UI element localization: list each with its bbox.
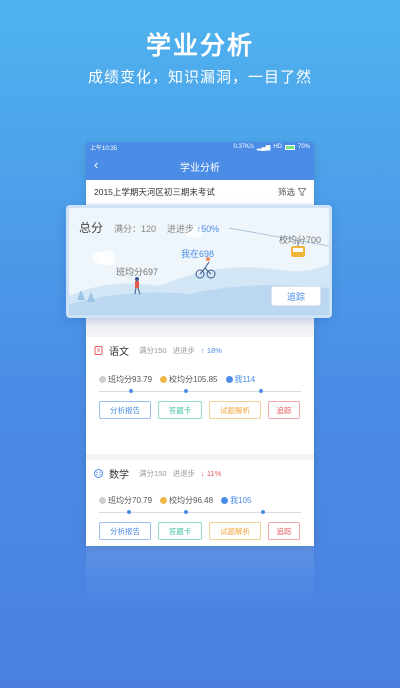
progress-label: 进进步 — [172, 345, 196, 355]
exam-selector[interactable]: 2015上学期天河区初三期末考试 筛选 — [86, 180, 314, 204]
exam-name: 2015上学期天河区初三期末考试 — [94, 187, 215, 197]
track-button[interactable]: 追踪 — [268, 522, 300, 540]
progress-value: ↑ 18% — [201, 345, 222, 355]
network-type: HD — [273, 144, 282, 150]
class-avg: 班均分93.79 — [108, 374, 153, 384]
school-avg-marker — [184, 389, 188, 393]
answer-card-button[interactable]: 答题卡 — [158, 401, 202, 419]
battery-icon — [284, 144, 295, 150]
filter-button[interactable]: 筛选 — [278, 186, 306, 198]
class-avg-marker — [127, 510, 131, 514]
score-track — [99, 508, 301, 518]
analysis-report-button[interactable]: 分析报告 — [99, 401, 151, 419]
my-score-marker — [259, 389, 263, 393]
status-time: 上午10:35 — [90, 145, 118, 152]
my-score-icon — [221, 496, 229, 504]
promo-title: 学业分析 — [145, 32, 254, 60]
full-score: 满分：120 — [114, 224, 157, 234]
school-avg: 校均分96.48 — [169, 495, 214, 505]
book-icon — [94, 345, 103, 355]
subject-card: 语文 满分150 进进步 ↑ 18% 班均分93.79 校均分105.85 我1… — [86, 337, 314, 454]
class-avg: 班均分70.79 — [108, 495, 153, 505]
school-avg-icon — [160, 375, 168, 383]
my-score-icon — [225, 375, 233, 383]
class-average: 班均分697 — [116, 267, 159, 277]
class-avg-marker — [129, 389, 133, 393]
my-score: 我114 — [234, 374, 256, 384]
total-score-card: 总分 满分：120 进进步 ↑50% 校均分700 我在698 班均分697 追… — [66, 205, 332, 318]
school-avg-icon — [160, 496, 168, 504]
back-arrow-icon[interactable]: ‹ — [94, 157, 98, 172]
battery-level: 70% — [297, 144, 310, 150]
subject-card: 数学 满分150 进退步 ↓ 11% 班均分70.79 校均分96.48 我10… — [86, 460, 314, 546]
question-analysis-button[interactable]: 试题解析 — [209, 401, 261, 419]
progress-label: 进进步 — [167, 224, 195, 234]
full-score: 满分150 — [139, 468, 167, 478]
score-track — [99, 387, 301, 397]
my-total-score: 我在698 — [181, 249, 215, 259]
nav-title: 学业分析 — [180, 162, 220, 174]
progress-label: 进退步 — [172, 468, 196, 478]
subject-name: 数学 — [109, 469, 129, 481]
track-button[interactable]: 追踪 — [268, 401, 300, 419]
school-average: 校均分700 — [278, 235, 321, 245]
signal-icon: ▂▄▆ — [256, 144, 271, 151]
my-score-marker — [261, 510, 265, 514]
full-score: 满分150 — [139, 345, 167, 355]
my-score: 我105 — [230, 495, 252, 505]
score-row: 班均分93.79 校均分105.85 我114 — [86, 371, 314, 387]
score-row: 班均分70.79 校均分96.48 我105 — [86, 492, 314, 508]
class-avg-icon — [99, 375, 106, 383]
analysis-report-button[interactable]: 分析报告 — [99, 522, 151, 540]
math-icon — [94, 468, 103, 478]
network-speed: 0.37K/s — [233, 144, 254, 150]
class-avg-icon — [99, 496, 106, 504]
total-score-label: 总分 — [79, 221, 104, 235]
question-analysis-button[interactable]: 试题解析 — [209, 522, 261, 540]
school-avg-marker — [184, 510, 188, 514]
filter-icon — [298, 188, 306, 196]
answer-card-button[interactable]: 答题卡 — [158, 522, 202, 540]
subject-name: 语文 — [109, 346, 129, 358]
phone-reflection — [86, 546, 314, 606]
status-bar: 上午10:35 0.37K/s ▂▄▆ HD 70% — [86, 142, 314, 152]
promo-subtitle: 成绩变化，知识漏洞，一目了然 — [87, 69, 312, 86]
filter-label: 筛选 — [277, 187, 295, 197]
school-avg: 校均分105.85 — [169, 374, 218, 384]
phone-screen: 上午10:35 0.37K/s ▂▄▆ HD 70% ‹ 学业分析 2015上学… — [86, 142, 314, 546]
track-total-button[interactable]: 追踪 — [271, 286, 321, 306]
nav-bar: ‹ 学业分析 — [86, 152, 314, 180]
progress-value: ↓ 11% — [201, 468, 222, 478]
progress-value: ↑50% — [196, 224, 220, 234]
